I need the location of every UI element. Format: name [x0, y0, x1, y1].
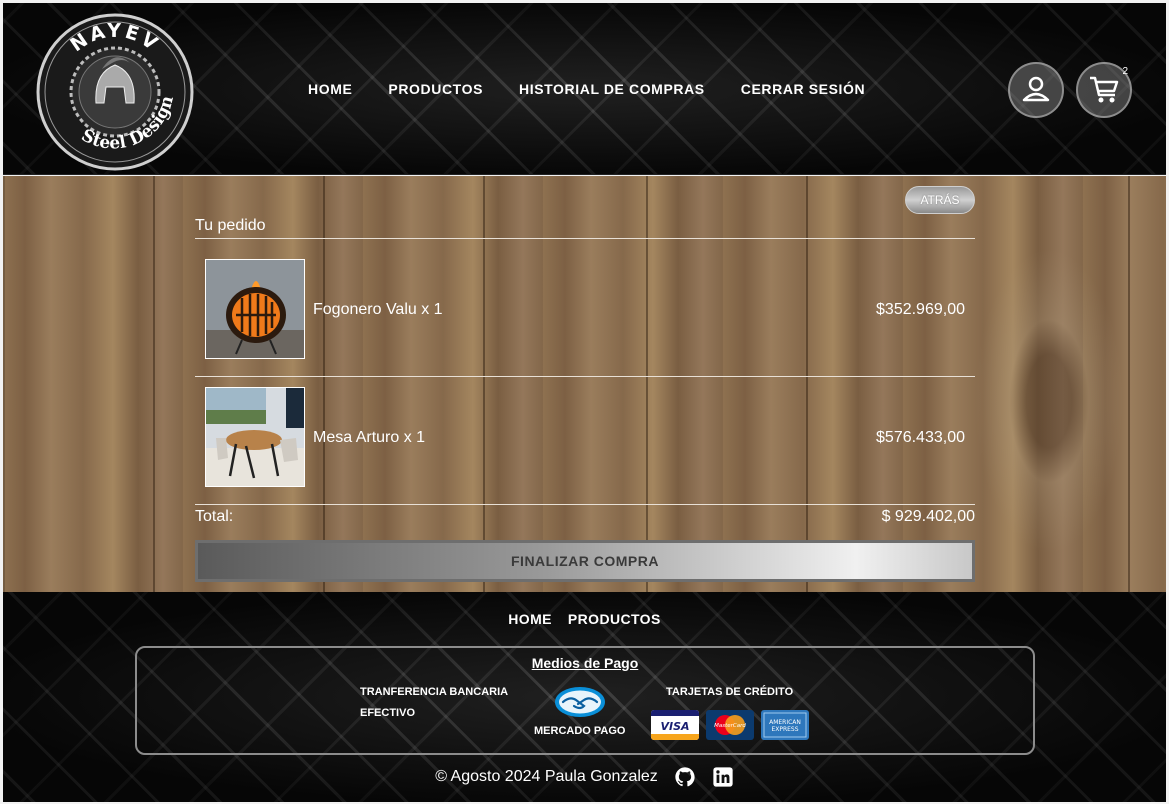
footer: HOME PRODUCTOS Medios de Pago TRANFERENC… — [3, 592, 1166, 802]
order-panel: ATRÁS Tu pedido Fogonero Valu x 1 $352.9… — [195, 176, 975, 592]
total-value: $ 929.402,00 — [881, 508, 975, 525]
back-button[interactable]: ATRÁS — [905, 186, 975, 214]
amex-card-icon: AMERICAN EXPRESS — [761, 710, 809, 740]
divider — [195, 376, 975, 377]
amex-text-top: AMERICAN — [769, 719, 801, 726]
divider — [195, 504, 975, 505]
checkout-button[interactable]: FINALIZAR COMPRA — [195, 540, 975, 582]
mercado-pago-label: MERCADO PAGO — [534, 725, 626, 737]
credits-text: © Agosto 2024 Paula Gonzalez — [435, 768, 658, 785]
item-image-fogonero[interactable] — [205, 259, 305, 359]
credits: © Agosto 2024 Paula Gonzalez — [3, 766, 1166, 788]
footer-nav: HOME PRODUCTOS — [3, 611, 1166, 627]
item-image-mesa[interactable] — [205, 387, 305, 487]
amex-text-bottom: EXPRESS — [771, 726, 798, 733]
item-name: Fogonero Valu x 1 — [313, 301, 443, 318]
nav-productos[interactable]: PRODUCTOS — [388, 81, 483, 97]
visa-text: VISA — [660, 720, 689, 733]
cart-count-badge: 2 — [1122, 66, 1128, 77]
wood-knot — [969, 236, 1129, 566]
cart-icon — [1090, 76, 1119, 103]
main-nav: HOME PRODUCTOS HISTORIAL DE COMPRAS CERR… — [308, 81, 865, 97]
item-name: Mesa Arturo x 1 — [313, 429, 426, 446]
mastercard-text: MasterCard — [714, 723, 746, 729]
payment-methods: Medios de Pago TRANFERENCIA BANCARIA EFE… — [135, 646, 1035, 755]
mercado-pago-icon — [555, 687, 605, 717]
cart-button[interactable]: 2 — [1076, 62, 1132, 118]
visa-card-icon: VISA — [651, 710, 699, 740]
total-label: Total: — [195, 508, 234, 525]
nav-historial[interactable]: HISTORIAL DE COMPRAS — [519, 81, 705, 97]
order-title: Tu pedido — [195, 217, 266, 234]
plank-divider — [153, 176, 155, 592]
nav-cerrar-sesion[interactable]: CERRAR SESIÓN — [741, 81, 865, 97]
user-button[interactable] — [1008, 62, 1064, 118]
transfer-label: TRANFERENCIA BANCARIA — [360, 686, 509, 698]
item-price: $576.433,00 — [876, 429, 965, 446]
footer-home-link[interactable]: HOME — [508, 611, 552, 627]
linkedin-icon[interactable] — [712, 766, 734, 788]
order-section: ATRÁS Tu pedido Fogonero Valu x 1 $352.9… — [3, 176, 1166, 592]
order-item: Mesa Arturo x 1 $576.433,00 — [195, 387, 975, 487]
footer-productos-link[interactable]: PRODUCTOS — [568, 611, 661, 627]
payment-title: Medios de Pago — [531, 655, 639, 671]
user-icon — [1022, 76, 1050, 102]
item-price: $352.969,00 — [876, 301, 965, 318]
github-icon[interactable] — [674, 766, 696, 788]
header: NAYEV Steel Design HOME PRODUCTOS HISTOR… — [3, 3, 1166, 175]
nayev-logo[interactable]: NAYEV Steel Design — [36, 13, 194, 171]
nav-home[interactable]: HOME — [308, 81, 352, 97]
credit-cards-label: TARJETAS DE CRÉDITO — [666, 686, 794, 698]
mastercard-icon: MasterCard — [706, 710, 754, 740]
divider — [195, 238, 975, 239]
order-item: Fogonero Valu x 1 $352.969,00 — [195, 259, 975, 359]
cash-label: EFECTIVO — [360, 707, 416, 719]
